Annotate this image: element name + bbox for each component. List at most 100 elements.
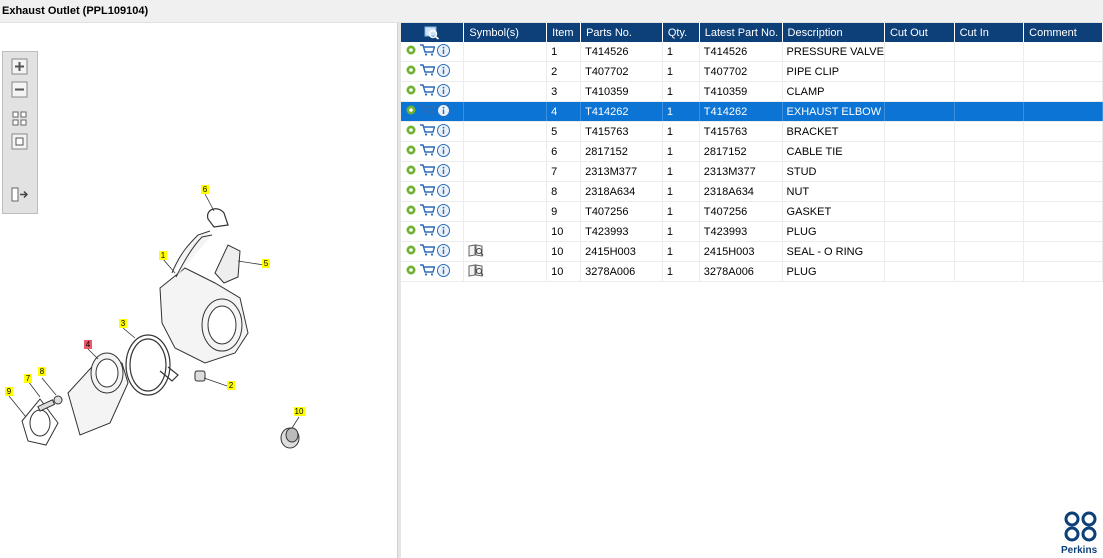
cell-qty: 1 (662, 201, 700, 222)
cell-item: 4 (546, 101, 582, 122)
row-actions (401, 121, 465, 142)
settings-gear-icon[interactable] (405, 124, 417, 139)
settings-gear-icon[interactable] (405, 44, 417, 59)
column-header-symbols[interactable]: Symbol(s) (463, 23, 548, 42)
table-row[interactable]: 10 T423993 1 T423993 PLUG (401, 221, 1103, 242)
settings-gear-icon[interactable] (405, 264, 417, 279)
table-row[interactable]: 6 2817152 1 2817152 CABLE TIE (401, 141, 1103, 162)
zoom-out-icon[interactable] (11, 81, 28, 98)
table-row[interactable]: 2 T407702 1 T407702 PIPE CLIP (401, 61, 1103, 82)
cell-qty: 1 (662, 121, 700, 142)
settings-gear-icon[interactable] (405, 84, 417, 99)
add-to-cart-icon[interactable] (419, 184, 436, 199)
info-icon[interactable] (437, 183, 450, 200)
add-to-cart-icon[interactable] (419, 124, 436, 139)
info-icon[interactable] (437, 203, 450, 220)
table-row[interactable]: 7 2313M377 1 2313M377 STUD (401, 161, 1103, 182)
cell-latest-part-no: T407256 (699, 201, 783, 222)
column-header-item[interactable]: Item (546, 23, 582, 42)
cell-qty: 1 (662, 61, 700, 82)
cell-cut-in (954, 181, 1025, 202)
info-icon[interactable] (437, 123, 450, 140)
cell-qty: 1 (662, 261, 700, 282)
cell-comment (1023, 241, 1103, 262)
add-to-cart-icon[interactable] (419, 264, 436, 279)
cell-description: CLAMP (782, 81, 885, 102)
cell-description: STUD (782, 161, 885, 182)
parts-list-pane: Symbol(s) Item Parts No. Qty. Latest Par… (401, 23, 1103, 558)
part-clamp (125, 334, 179, 396)
cell-symbols (463, 181, 548, 202)
cell-latest-part-no: 2313M377 (699, 161, 783, 182)
table-row[interactable]: 4 T414262 1 T414262 EXHAUST ELBOW (401, 101, 1103, 122)
row-actions (401, 141, 465, 162)
table-row[interactable]: 1 T414526 1 T414526 PRESSURE VALVE (401, 42, 1103, 62)
info-icon[interactable] (437, 263, 450, 280)
callout-label: 9 (7, 387, 12, 396)
cell-qty: 1 (662, 141, 700, 162)
column-header-cut-out[interactable]: Cut Out (884, 23, 955, 42)
table-row[interactable]: 3 T410359 1 T410359 CLAMP (401, 81, 1103, 102)
info-icon[interactable] (437, 223, 450, 240)
info-icon[interactable] (437, 143, 450, 160)
fit-all-icon[interactable] (11, 110, 28, 127)
cell-symbols (463, 201, 548, 222)
reference-book-icon[interactable] (468, 263, 484, 280)
add-to-cart-icon[interactable] (419, 244, 436, 259)
cell-comment (1023, 101, 1103, 122)
cell-qty: 1 (662, 221, 700, 242)
info-icon[interactable] (437, 43, 450, 60)
settings-gear-icon[interactable] (405, 204, 417, 219)
add-to-cart-icon[interactable] (419, 224, 436, 239)
info-icon[interactable] (437, 63, 450, 80)
cell-item: 9 (546, 201, 582, 222)
diagram-pane[interactable]: 6 1 5 3 4 8 7 9 2 10 (0, 23, 397, 558)
add-to-cart-icon[interactable] (419, 204, 436, 219)
cell-latest-part-no: T415763 (699, 121, 783, 142)
column-header-parts-no[interactable]: Parts No. (580, 23, 663, 42)
table-row[interactable]: 9 T407256 1 T407256 GASKET (401, 201, 1103, 222)
column-header-qty[interactable]: Qty. (662, 23, 700, 42)
cell-symbols (463, 161, 548, 182)
table-row[interactable]: 5 T415763 1 T415763 BRACKET (401, 121, 1103, 142)
table-row[interactable]: 10 3278A006 1 3278A006 PLUG (401, 261, 1103, 282)
settings-gear-icon[interactable] (405, 164, 417, 179)
find-in-diagram-icon[interactable] (424, 26, 440, 40)
fit-window-icon[interactable] (11, 133, 28, 150)
info-icon[interactable] (437, 163, 450, 180)
zoom-in-icon[interactable] (11, 58, 28, 75)
add-to-cart-icon[interactable] (419, 64, 436, 79)
add-to-cart-icon[interactable] (419, 164, 436, 179)
part-plug (280, 427, 300, 449)
info-icon[interactable] (437, 83, 450, 100)
cell-cut-in (954, 121, 1025, 142)
cell-latest-part-no: T410359 (699, 81, 783, 102)
settings-gear-icon[interactable] (405, 64, 417, 79)
info-icon[interactable] (437, 243, 450, 260)
info-icon[interactable] (437, 103, 450, 120)
settings-gear-icon[interactable] (405, 144, 417, 159)
column-header-description[interactable]: Description (782, 23, 885, 42)
add-to-cart-icon[interactable] (419, 44, 436, 59)
reference-book-icon[interactable] (468, 243, 484, 260)
cell-item: 3 (546, 81, 582, 102)
add-to-cart-icon[interactable] (419, 84, 436, 99)
cell-comment (1023, 161, 1103, 182)
add-to-cart-icon[interactable] (419, 144, 436, 159)
column-header-cut-in[interactable]: Cut In (954, 23, 1025, 42)
part-pipe-clip (194, 370, 206, 382)
settings-gear-icon[interactable] (405, 244, 417, 259)
add-to-cart-icon[interactable] (419, 104, 436, 119)
column-header-actions[interactable] (401, 23, 465, 42)
settings-gear-icon[interactable] (405, 184, 417, 199)
cell-symbols (463, 241, 548, 262)
cell-item: 7 (546, 161, 582, 182)
column-header-latest-part-no[interactable]: Latest Part No. (699, 23, 783, 42)
table-row[interactable]: 10 2415H003 1 2415H003 SEAL - O RING (401, 241, 1103, 262)
settings-gear-icon[interactable] (405, 104, 417, 119)
table-row[interactable]: 8 2318A634 1 2318A634 NUT (401, 181, 1103, 202)
table-header-row: Symbol(s) Item Parts No. Qty. Latest Par… (401, 23, 1103, 42)
settings-gear-icon[interactable] (405, 224, 417, 239)
column-header-comment[interactable]: Comment (1023, 23, 1103, 42)
row-actions (401, 61, 465, 82)
